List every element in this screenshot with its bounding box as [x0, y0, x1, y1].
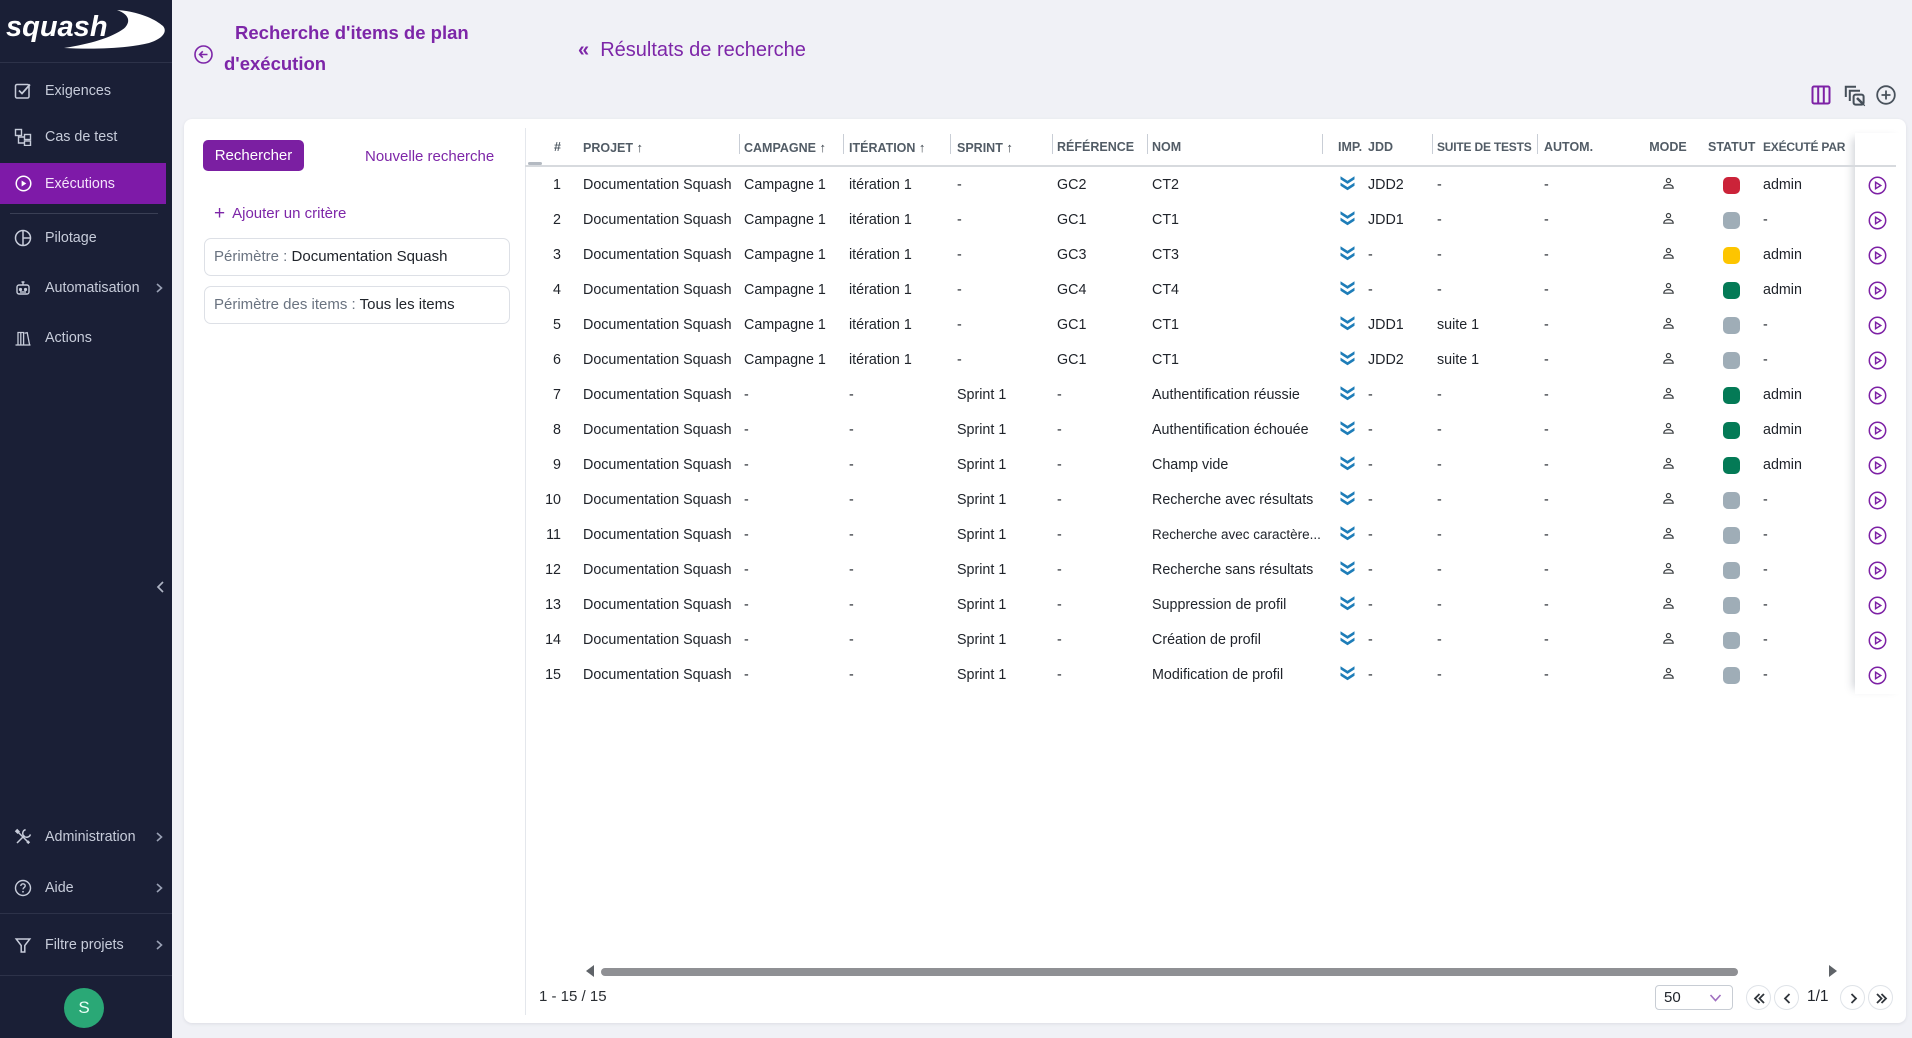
svg-text:squash: squash [6, 11, 108, 43]
